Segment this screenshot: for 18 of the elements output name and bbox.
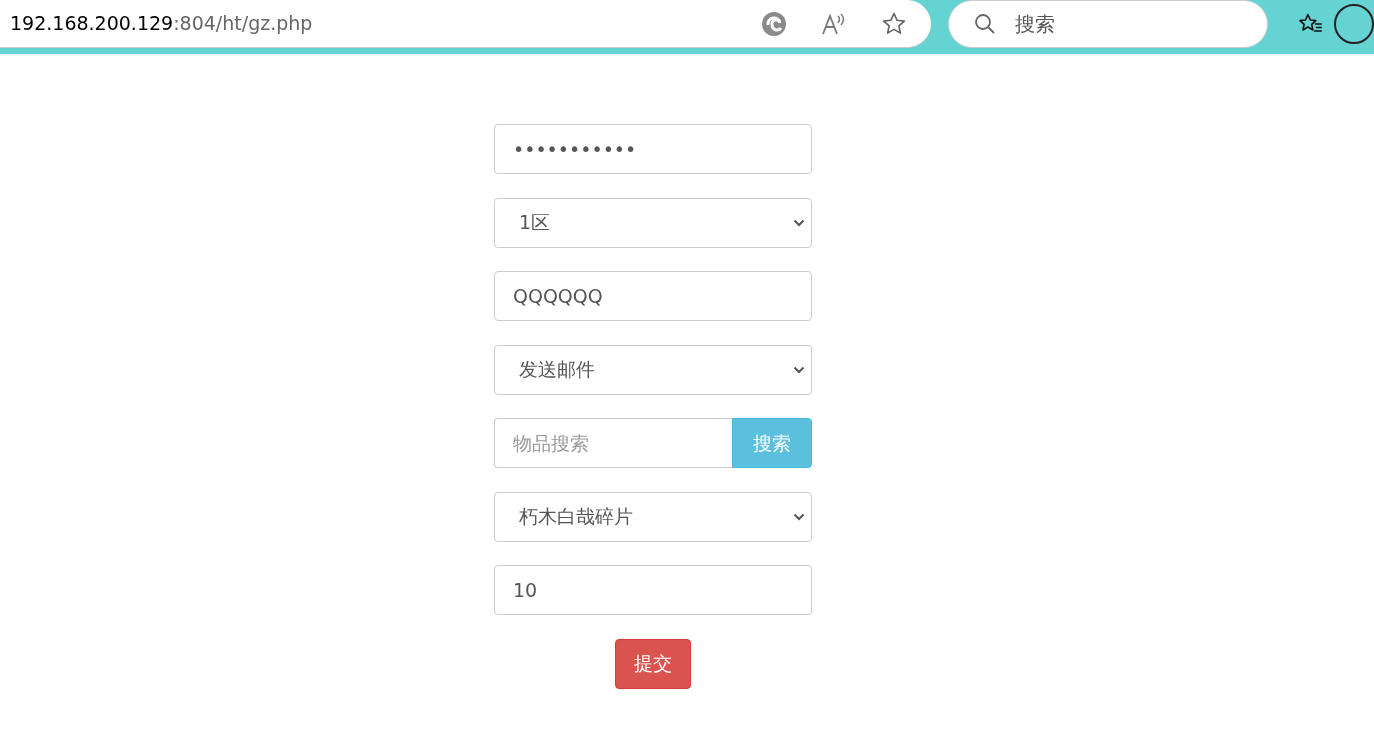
submit-button[interactable]: 提交 xyxy=(615,638,691,689)
search-box[interactable]: 搜索 xyxy=(948,0,1269,48)
star-icon[interactable] xyxy=(881,10,908,37)
search-placeholder: 搜索 xyxy=(1015,11,1056,38)
profile-avatar[interactable] xyxy=(1334,4,1374,44)
dropdown-field[interactable]: 朽木白哉碎片 xyxy=(494,491,812,542)
chevron-down-icon xyxy=(793,512,805,521)
search-field[interactable]: 物品搜索 xyxy=(494,418,732,468)
chevron-down-icon xyxy=(793,365,805,374)
dropdown-field[interactable]: 1区 xyxy=(494,197,812,248)
dropdown-field[interactable]: 发送邮件 xyxy=(494,344,812,395)
browser-logo-icon xyxy=(761,10,788,37)
input-field[interactable]: 10 xyxy=(494,565,812,615)
input-field[interactable]: QQQQQQ xyxy=(494,271,812,321)
chevron-down-icon xyxy=(793,218,805,227)
input-field[interactable]: ••••••••••• xyxy=(494,124,812,174)
url-text: 192.168.200.129:804/ht/gz.php xyxy=(10,11,314,37)
address-bar[interactable]: 192.168.200.129:804/ht/gz.php xyxy=(0,0,932,48)
